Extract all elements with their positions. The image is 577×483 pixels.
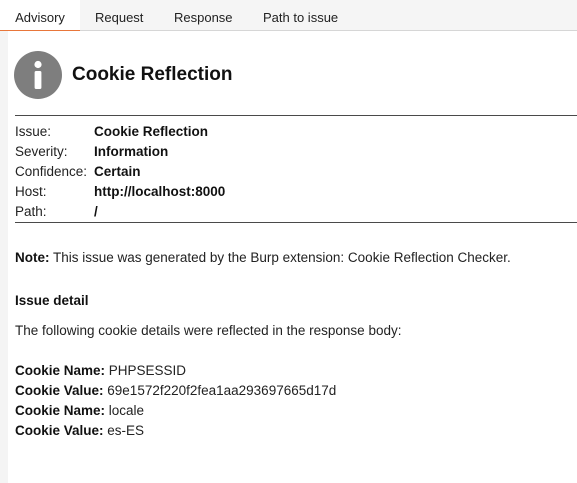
meta-value: http://localhost:8000 <box>94 184 226 199</box>
meta-label: Issue: <box>15 124 52 139</box>
note-label: Note: <box>15 250 50 265</box>
meta-value: Information <box>94 144 169 159</box>
cookie-field-label: Cookie Name: <box>15 363 106 378</box>
tab-request-label: Request <box>95 10 144 25</box>
tab-response[interactable]: Response <box>174 0 233 31</box>
note-paragraph: Note: This issue was generated by the Bu… <box>15 248 511 268</box>
divider-bottom <box>15 222 577 223</box>
meta-label: Path: <box>15 204 47 219</box>
tab-path-to-issue-label: Path to issue <box>263 10 339 25</box>
meta-value: / <box>94 204 98 219</box>
meta-value: Cookie Reflection <box>94 124 209 139</box>
meta-label: Confidence: <box>15 164 88 179</box>
meta-row-confidence: Confidence: Certain <box>15 162 577 182</box>
page-title: Cookie Reflection <box>72 64 233 85</box>
cookie-line: Cookie Name: locale <box>15 401 144 421</box>
divider-top <box>15 115 577 116</box>
meta-value: Certain <box>94 164 141 179</box>
cookie-field-label: Cookie Value: <box>15 423 104 438</box>
advisory-panel[interactable]: Cookie Reflection Issue: Cookie Reflectio… <box>0 31 577 483</box>
meta-label: Severity: <box>15 144 68 159</box>
tab-path-to-issue[interactable]: Path to issue <box>263 0 338 31</box>
cookie-line: Cookie Value: es-ES <box>15 421 144 441</box>
cookie-field-label: Cookie Name: <box>15 403 106 418</box>
tab-request[interactable]: Request <box>95 0 143 31</box>
cookie-field-value: locale <box>105 403 145 418</box>
meta-row-issue: Issue: Cookie Reflection <box>15 122 577 142</box>
meta-label: Host: <box>15 184 47 199</box>
cookie-field-value: 69e1572f220f2fea1aa293697665d17d <box>103 383 337 398</box>
issue-detail-heading: Issue detail <box>15 293 89 308</box>
tab-response-label: Response <box>174 10 233 25</box>
issue-meta-table: Issue: Cookie Reflection Severity: Informa… <box>15 122 577 222</box>
note-text: This issue was generated by the Burp ext… <box>49 250 511 265</box>
cookie-field-label: Cookie Value: <box>15 383 104 398</box>
meta-row-severity: Severity: Information <box>15 142 577 162</box>
cookie-field-value: es-ES <box>103 423 145 438</box>
tab-advisory[interactable]: Advisory <box>0 0 80 32</box>
info-icon <box>14 51 62 99</box>
cookie-line: Cookie Name: PHPSESSID <box>15 361 186 381</box>
cookie-line: Cookie Value: 69e1572f220f2fea1aa2936976… <box>15 381 336 401</box>
tab-advisory-label: Advisory <box>15 10 65 25</box>
tab-bar: Advisory Request Response Path to issue <box>0 0 577 32</box>
cookie-field-value: PHPSESSID <box>105 363 187 378</box>
meta-row-path: Path: / <box>15 202 577 222</box>
meta-row-host: Host: http://localhost:8000 <box>15 182 577 202</box>
issue-detail-intro: The following cookie details were reflec… <box>15 323 402 338</box>
